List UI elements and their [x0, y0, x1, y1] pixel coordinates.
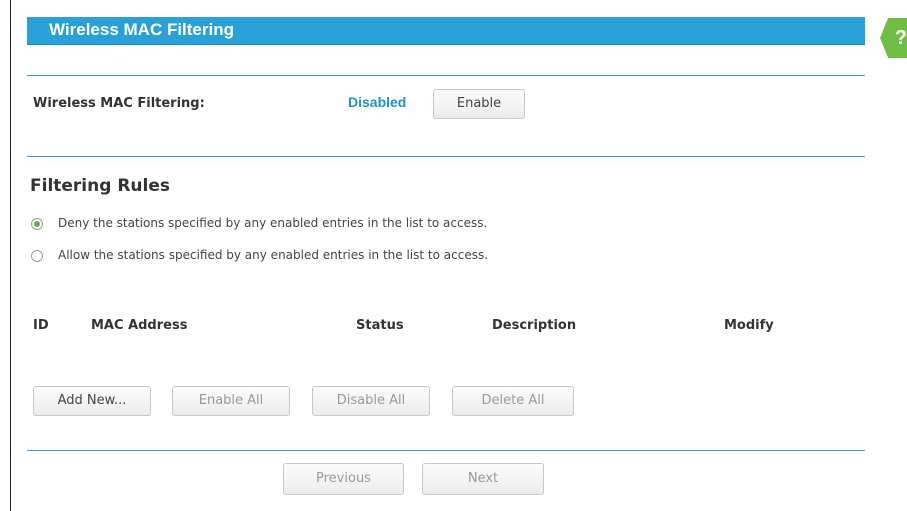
frame-border — [10, 0, 11, 511]
title-bar: Wireless MAC Filtering — [27, 17, 865, 45]
delete-all-button[interactable]: Delete All — [452, 386, 574, 416]
deny-radio[interactable] — [31, 218, 43, 230]
column-header-modify: Modify — [724, 318, 774, 333]
column-header-description: Description — [492, 318, 577, 333]
divider — [27, 156, 865, 157]
disable-all-button[interactable]: Disable All — [312, 386, 430, 416]
mac-filtering-status: Disabled — [348, 94, 407, 110]
add-new-button[interactable]: Add New... — [33, 386, 151, 416]
allow-radio-label: Allow the stations specified by any enab… — [58, 248, 489, 262]
page-title: Wireless MAC Filtering — [49, 20, 234, 39]
column-header-id: ID — [33, 318, 49, 333]
column-header-mac-address: MAC Address — [91, 318, 188, 333]
filtering-rules-heading: Filtering Rules — [30, 176, 170, 196]
deny-radio-label: Deny the stations specified by any enabl… — [58, 216, 488, 230]
next-button[interactable]: Next — [422, 463, 544, 495]
divider — [27, 75, 865, 76]
column-header-status: Status — [356, 318, 404, 333]
allow-radio[interactable] — [31, 250, 43, 262]
help-icon[interactable]: ? — [880, 18, 907, 58]
enable-button[interactable]: Enable — [433, 89, 525, 119]
divider — [27, 450, 865, 451]
previous-button[interactable]: Previous — [283, 463, 404, 495]
mac-filtering-label: Wireless MAC Filtering: — [33, 96, 205, 111]
enable-all-button[interactable]: Enable All — [172, 386, 290, 416]
